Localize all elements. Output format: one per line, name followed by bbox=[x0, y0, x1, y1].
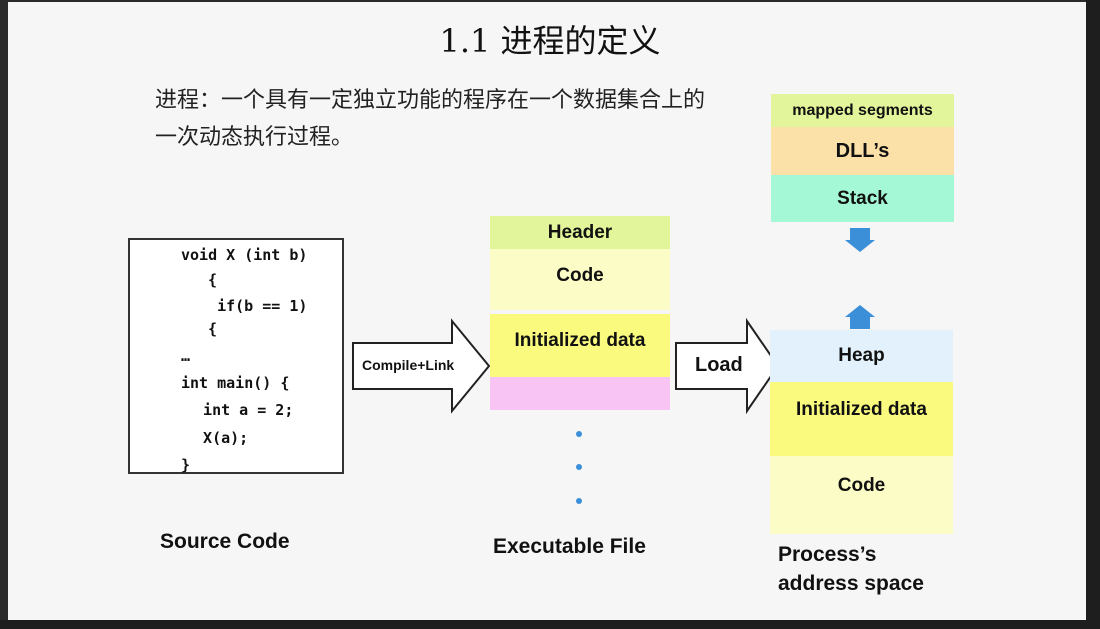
code-line: void X (int b) bbox=[181, 246, 308, 264]
mapped-segments-segment: mapped segments bbox=[771, 94, 954, 127]
exe-initialized-data-segment: Initialized data bbox=[490, 314, 670, 377]
exe-code-segment: Code bbox=[490, 249, 670, 310]
process-caption-line2: address space bbox=[778, 572, 924, 595]
ellipsis-dot bbox=[576, 498, 582, 504]
code-line: } bbox=[181, 456, 191, 474]
code-line: … bbox=[181, 347, 191, 365]
process-definition-text: 进程：一个具有一定独立功能的程序在一个数据集合上的一次动态执行过程。 bbox=[155, 88, 706, 150]
heap-grows-up-arrow bbox=[845, 305, 875, 329]
executable-file-caption: Executable File bbox=[493, 535, 646, 558]
stack-grows-down-arrow bbox=[845, 228, 875, 252]
window-border-right bbox=[1086, 0, 1100, 629]
code-line: X(a); bbox=[185, 429, 249, 447]
dlls-segment: DLL’s bbox=[771, 127, 954, 175]
process-initialized-data-segment: Initialized data bbox=[770, 382, 953, 456]
ellipsis-dot bbox=[576, 464, 582, 470]
ellipsis-dot bbox=[576, 431, 582, 437]
exe-empty-segment bbox=[490, 377, 670, 410]
load-label: Load bbox=[695, 354, 743, 376]
code-line: { bbox=[190, 271, 218, 289]
compile-link-label: Compile+Link bbox=[362, 357, 455, 373]
code-line: int main() { bbox=[181, 374, 290, 392]
stack-segment: Stack bbox=[771, 175, 954, 222]
code-line: int a = 2; bbox=[185, 401, 294, 419]
slide-title: 1.1 进程的定义 bbox=[439, 22, 661, 60]
process-caption-line1: Process’s bbox=[778, 543, 877, 566]
heap-segment: Heap bbox=[770, 330, 953, 382]
code-line: { bbox=[190, 320, 218, 338]
code-line: if(b == 1) bbox=[190, 297, 308, 315]
source-code-caption: Source Code bbox=[160, 530, 290, 553]
exe-header-segment: Header bbox=[490, 216, 670, 249]
window-border-bottom bbox=[0, 620, 1100, 629]
process-code-segment: Code bbox=[770, 456, 953, 534]
